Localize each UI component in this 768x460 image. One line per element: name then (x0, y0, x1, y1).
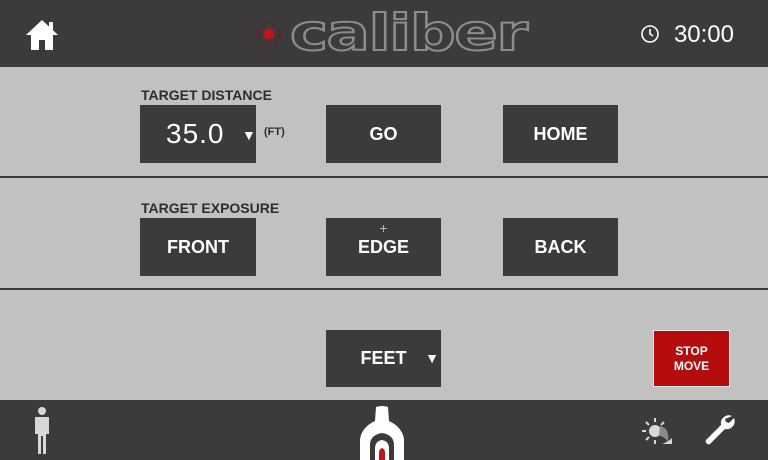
logo-target-dot-icon (257, 22, 281, 46)
target-distance-panel: TARGET DISTANCE 35.0 ▼ (FT) GO HOME (0, 67, 768, 176)
dropdown-arrow-icon: ▼ (242, 127, 256, 143)
edge-plus-marker: + (379, 220, 388, 236)
stop-move-line-2: MOVE (673, 358, 710, 373)
units-dropdown[interactable]: FEET ▼ (326, 330, 441, 387)
edge-button-label: EDGE (357, 236, 409, 257)
home-button[interactable]: HOME (503, 105, 618, 163)
stop-move-button[interactable]: STOP MOVE (653, 330, 730, 387)
target-exposure-panel: TARGET EXPOSURE FRONT + EDGE BACK (0, 178, 768, 288)
logo-text: caliber (289, 3, 530, 63)
session-timer: 30:00 (640, 22, 734, 48)
clock-icon (641, 24, 659, 43)
go-button[interactable]: GO (326, 105, 441, 163)
dropdown-arrow-icon: ▼ (425, 350, 439, 366)
controls-panel: FEET ▼ STOP MOVE (0, 290, 768, 400)
caliber-logo: caliber (256, 3, 529, 63)
timer-value: 30:00 (673, 21, 734, 48)
target-exposure-label: TARGET EXPOSURE (141, 200, 280, 216)
wrench-icon[interactable] (702, 412, 738, 448)
bottom-bar (0, 402, 768, 460)
top-bar: caliber 30:00 (0, 0, 768, 66)
distance-value: 35.0 (166, 118, 225, 149)
home-icon[interactable] (24, 18, 60, 52)
distance-dropdown[interactable]: 35.0 ▼ (140, 105, 256, 163)
target-silhouette-icon[interactable] (358, 405, 406, 460)
distance-unit: (FT) (264, 126, 285, 138)
person-icon[interactable] (30, 406, 54, 456)
stop-move-line-1: STOP (675, 343, 708, 358)
back-button[interactable]: BACK (503, 218, 618, 276)
brightness-icon[interactable] (640, 414, 674, 448)
front-button[interactable]: FRONT (140, 218, 256, 276)
units-dropdown-label: FEET (360, 348, 407, 368)
target-distance-label: TARGET DISTANCE (141, 87, 272, 103)
edge-button[interactable]: + EDGE (326, 218, 441, 276)
